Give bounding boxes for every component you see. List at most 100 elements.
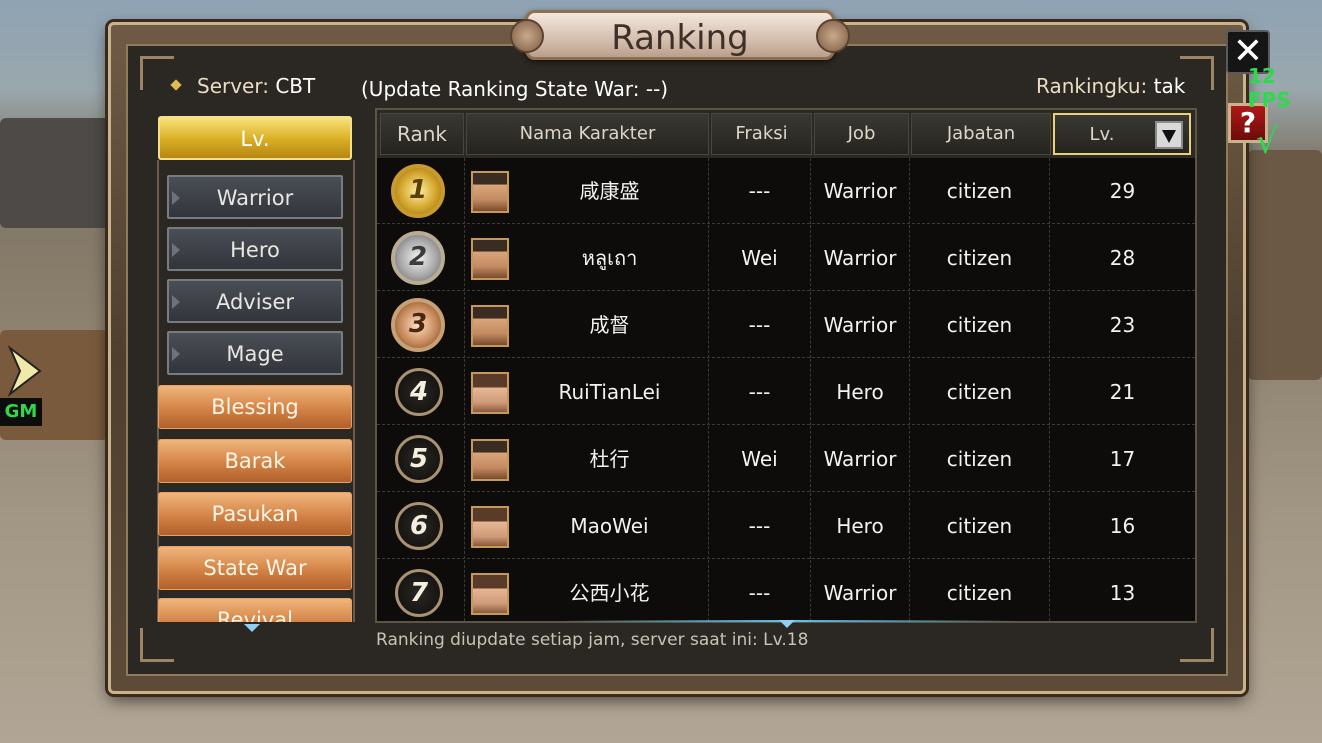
rank-cell: 2 [377,225,465,291]
rank-cell: 3 [377,292,465,358]
avatar-icon [471,171,509,213]
lv-cell: 17 [1109,447,1136,471]
avatar-icon [471,439,509,481]
menu-revival-button[interactable]: Revival [158,598,352,622]
fraksi-cell: Wei [709,225,811,291]
jabatan-cell: citizen [910,493,1050,559]
avatar-icon [471,372,509,414]
jabatan-cell: citizen [910,158,1050,224]
table-row[interactable]: 5 杜行 Wei Warrior citizen 17 [377,426,1195,492]
lv-cell: 23 [1109,313,1136,337]
table-row[interactable]: 3 成督 --- Warrior citizen 23 [377,292,1195,358]
fraksi-cell: Wei [709,426,811,492]
menu-scroll-down-icon[interactable] [244,624,260,632]
name-cell: MaoWei [511,493,709,559]
header-jabatan: Jabatan [911,113,1051,155]
name-cell: 公西小花 [511,560,709,621]
ranking-table: Rank Nama Karakter Fraksi Job Jabatan Lv… [375,108,1197,623]
job-cell: Warrior [811,158,910,224]
menu-state-war-button[interactable]: State War [158,546,352,590]
jabatan-cell: citizen [910,292,1050,358]
server-value: CBT [275,74,316,98]
rank-medal-icon: 3 [391,298,445,352]
background-building [0,118,110,228]
lv-cell: 21 [1109,380,1136,404]
submenu-warrior-button[interactable]: Warrior [167,175,343,219]
table-row[interactable]: 1 咸康盛 --- Warrior citizen 29 [377,158,1195,224]
header-fraksi: Fraksi [711,113,812,155]
sort-down-icon[interactable] [1155,121,1183,149]
my-ranking-value: tak [1153,74,1186,98]
update-ranking-text: (Update Ranking State War: --) [361,77,669,101]
header-lv-label: Lv. [1089,124,1115,145]
job-cell: Warrior [811,426,910,492]
server-info: Server: CBT [197,74,315,98]
job-cell: Warrior [811,560,910,621]
my-ranking-label: Rankingku: [1036,74,1148,98]
lv-cell: 28 [1109,246,1136,270]
table-row[interactable]: 2 หลูเถา Wei Warrior citizen 28 [377,225,1195,291]
name-cell: RuiTianLei [511,359,709,425]
menu-clip: Revival [158,598,352,622]
jabatan-cell: citizen [910,426,1050,492]
name-cell: 成督 [511,292,709,358]
rank-medal-icon: 5 [395,435,443,483]
rank-cell: 6 [377,493,465,559]
rank-medal-icon: 4 [395,368,443,416]
name-cell: 咸康盛 [511,158,709,224]
rank-medal-icon: 7 [395,569,443,617]
check-icon: √ [1256,122,1278,162]
lv-cell: 13 [1109,581,1136,605]
name-cell: หลูเถา [511,225,709,291]
header-lv-sort[interactable]: Lv. [1053,113,1191,155]
table-scroll-down-icon[interactable] [779,620,795,628]
rank-medal-icon: 2 [391,231,445,285]
fraksi-cell: --- [709,158,811,224]
table-row[interactable]: 4 RuiTianLei --- Hero citizen 21 [377,359,1195,425]
job-cell: Hero [811,359,910,425]
fraksi-cell: --- [709,560,811,621]
submenu-mage-button[interactable]: Mage [167,331,343,375]
jabatan-cell: citizen [910,225,1050,291]
header-rank: Rank [380,113,464,155]
submenu-adviser-button[interactable]: Adviser [167,279,343,323]
job-cell: Warrior [811,225,910,291]
lv-cell: 29 [1109,179,1136,203]
job-cell: Warrior [811,292,910,358]
avatar-icon [471,305,509,347]
jabatan-cell: citizen [910,560,1050,621]
fraksi-cell: --- [709,493,811,559]
table-row[interactable]: 6 MaoWei --- Hero citizen 16 [377,493,1195,559]
gm-arrow-icon[interactable] [6,344,42,398]
avatar-icon [471,506,509,548]
job-cell: Hero [811,493,910,559]
my-ranking: Rankingku: tak [1036,74,1185,98]
footer-note: Ranking diupdate setiap jam, server saat… [376,630,809,650]
lv-cell: 16 [1109,514,1136,538]
menu-blessing-button[interactable]: Blessing [158,385,352,429]
menu-lv-button[interactable]: Lv. [158,116,352,160]
frame-ornament-br [1180,628,1214,662]
gm-button[interactable]: GM [0,398,42,426]
header-job: Job [814,113,909,155]
frame-ornament-bl [140,628,174,662]
header-nama-karakter: Nama Karakter [466,113,709,155]
submenu-hero-button[interactable]: Hero [167,227,343,271]
rank-medal-icon: 1 [391,164,445,218]
frame-ornament-tl [140,56,174,90]
rank-cell: 5 [377,426,465,492]
rank-medal-icon: 6 [395,502,443,550]
table-header: Rank Nama Karakter Fraksi Job Jabatan Lv… [377,110,1195,158]
fps-counter: 12 FPS [1248,64,1291,112]
avatar-icon [471,573,509,615]
page-title: Ranking [611,18,749,58]
rank-cell: 7 [377,560,465,621]
rank-cell: 4 [377,359,465,425]
menu-barak-button[interactable]: Barak [158,439,352,483]
server-label: Server: [197,74,269,98]
name-cell: 杜行 [511,426,709,492]
background-fence [1248,150,1322,380]
jabatan-cell: citizen [910,359,1050,425]
menu-pasukan-button[interactable]: Pasukan [158,492,352,536]
table-row[interactable]: 7 公西小花 --- Warrior citizen 13 [377,560,1195,621]
